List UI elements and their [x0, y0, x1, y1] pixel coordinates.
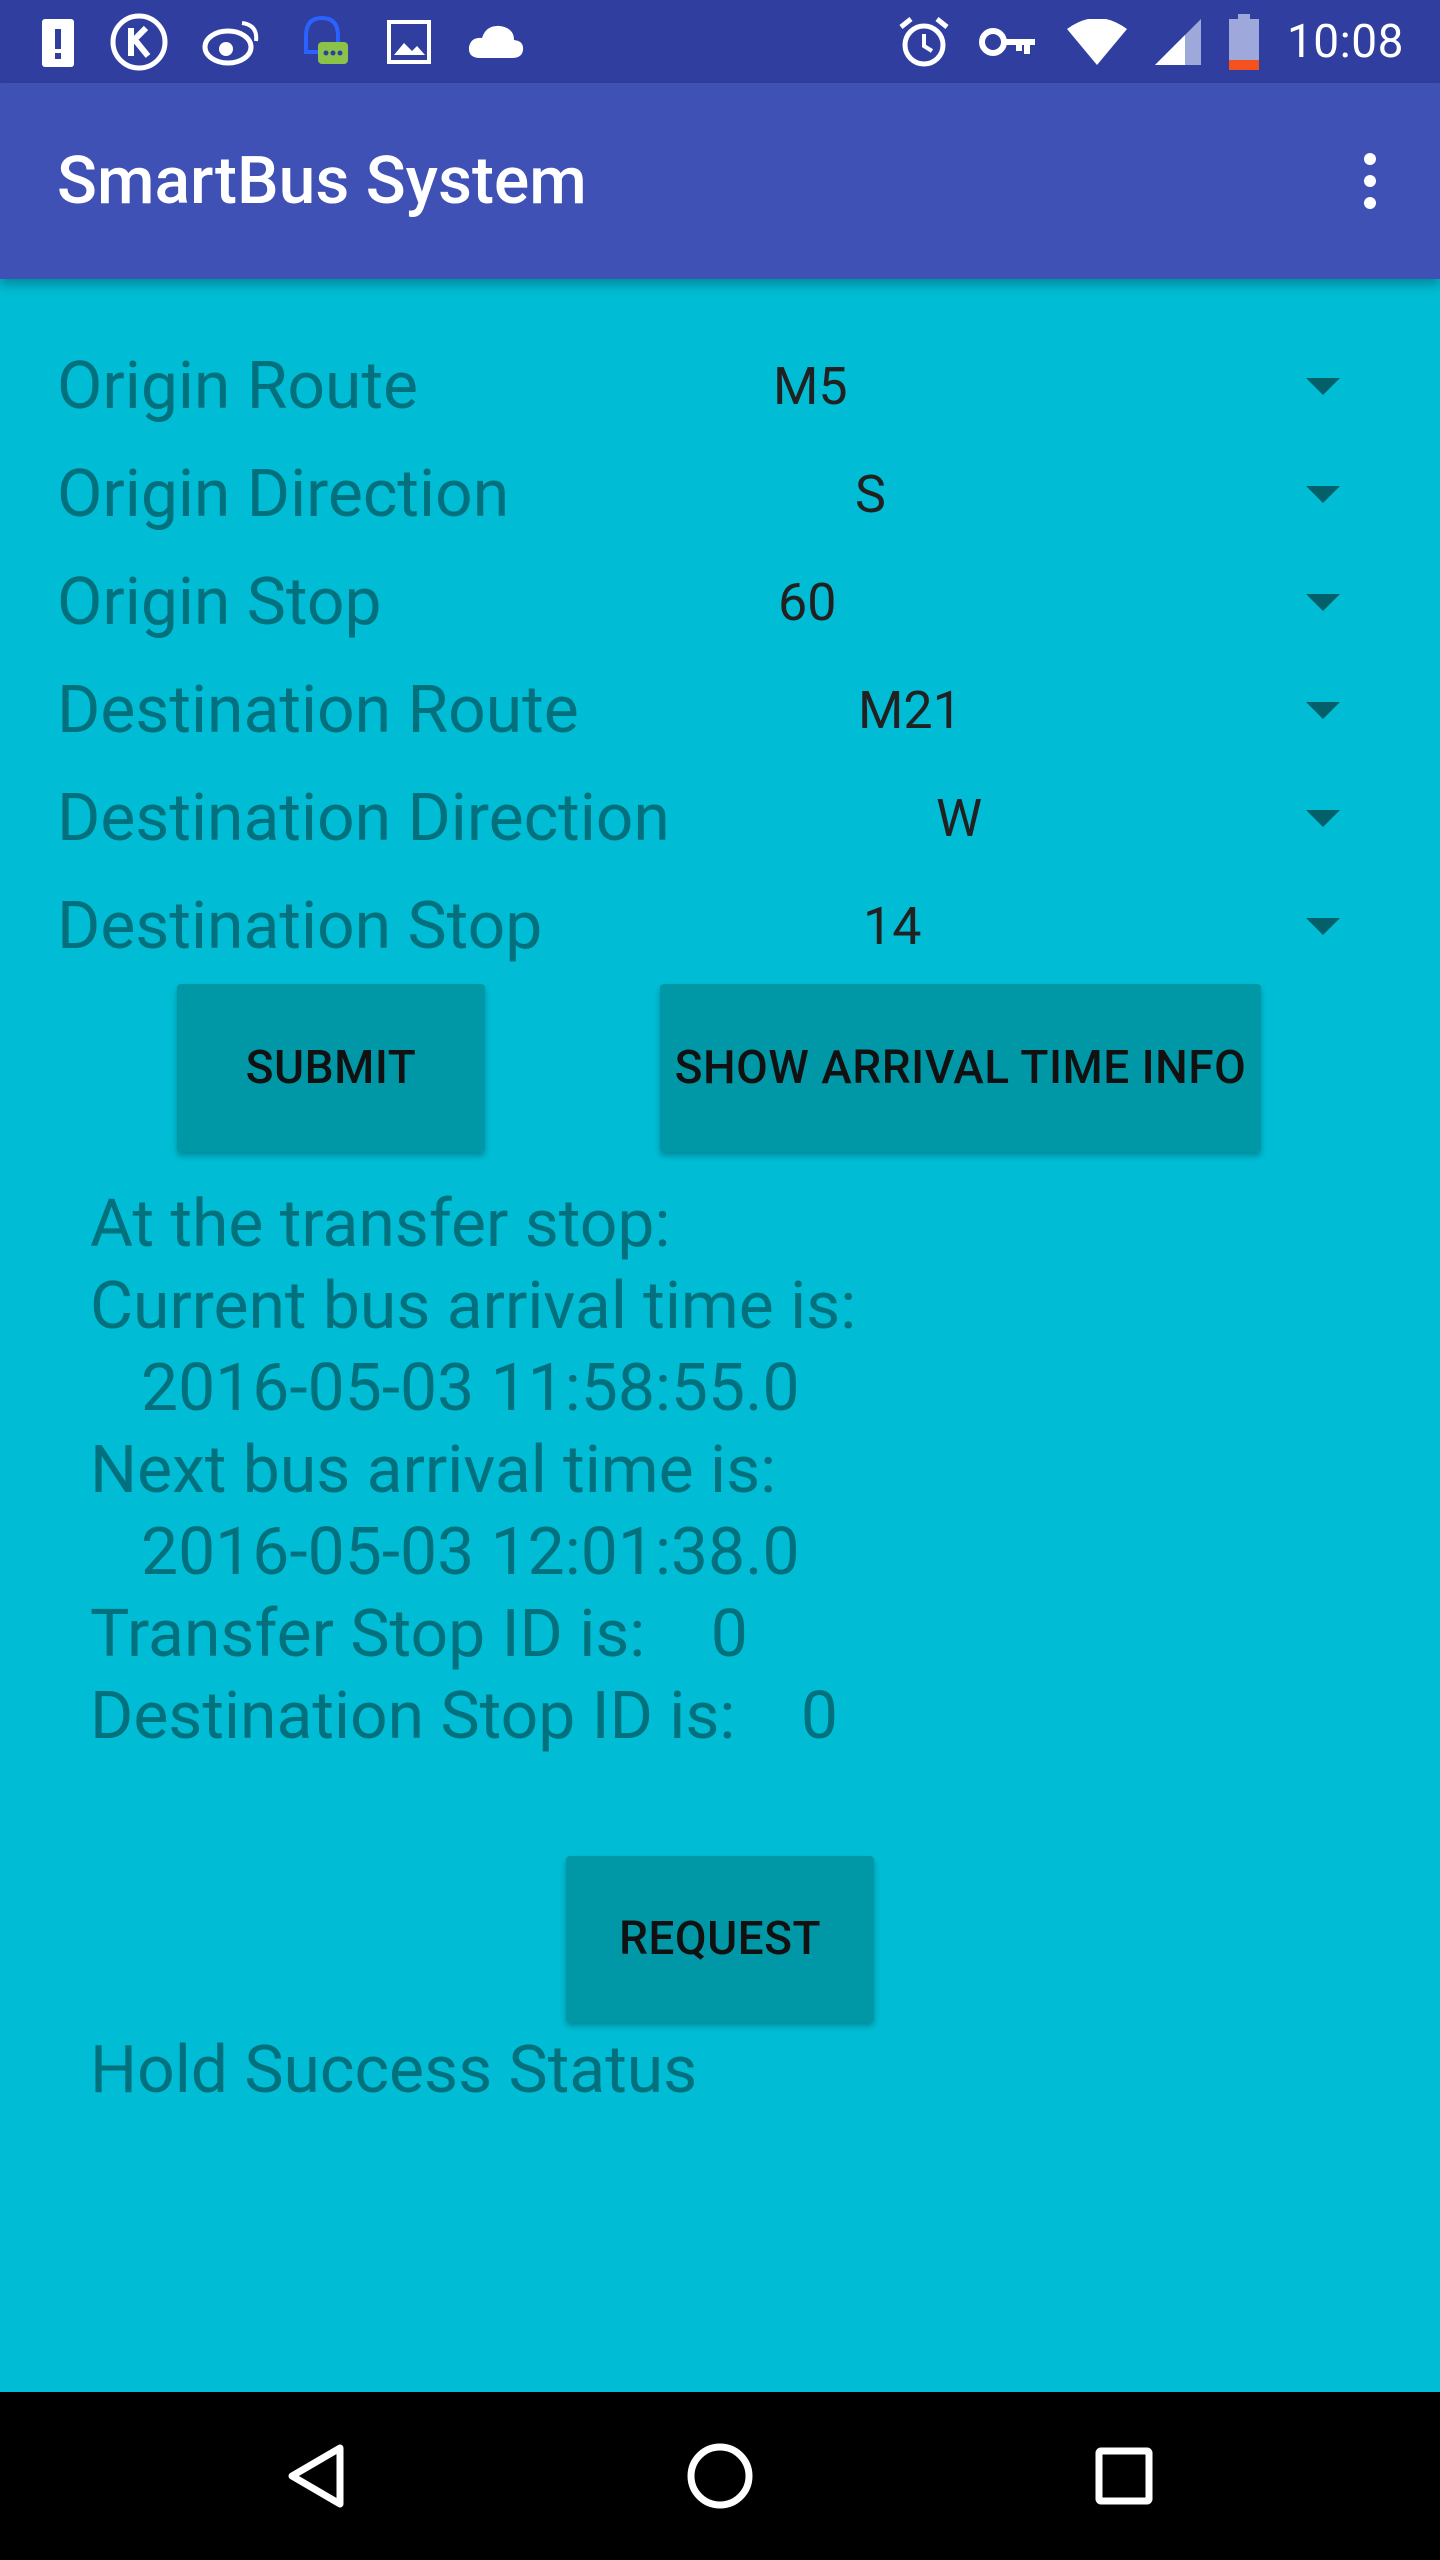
dropdown-arrow-icon	[1306, 702, 1340, 719]
origin-direction-value: S	[855, 463, 886, 525]
dropdown-arrow-icon	[1306, 594, 1340, 611]
signal-icon	[1154, 18, 1201, 65]
next-arrival-time: 2016-05-03 12:01:38.0	[141, 1514, 800, 1591]
origin-stop-spinner[interactable]: 60	[733, 548, 1340, 656]
destination-route-label: Destination Route	[57, 671, 579, 749]
origin-stop-row: Origin Stop 60	[0, 548, 1440, 656]
alert-icon	[40, 15, 76, 69]
vpn-key-icon	[978, 24, 1039, 60]
more-vert-icon[interactable]	[1340, 151, 1400, 211]
destination-stop-id: Destination Stop ID is: 0	[90, 1678, 838, 1755]
destination-route-spinner[interactable]: M21	[812, 656, 1340, 764]
origin-route-row: Origin Route M5	[0, 332, 1440, 440]
destination-route-row: Destination Route M21	[0, 656, 1440, 764]
clock-time: 10:08	[1286, 14, 1404, 69]
dropdown-arrow-icon	[1306, 810, 1340, 827]
destination-stop-value: 14	[863, 895, 922, 957]
wifi-icon	[1066, 18, 1127, 65]
origin-direction-label: Origin Direction	[57, 455, 510, 533]
alarm-icon	[897, 15, 951, 69]
origin-stop-value: 60	[778, 571, 837, 633]
battery-icon	[1228, 13, 1259, 70]
navigation-bar	[0, 2392, 1440, 2560]
image-icon	[386, 19, 432, 65]
destination-direction-spinner[interactable]: W	[890, 764, 1340, 872]
destination-route-value: M21	[858, 679, 962, 741]
weibo-icon	[202, 17, 262, 67]
recents-square-icon[interactable]	[1044, 2392, 1204, 2560]
destination-direction-row: Destination Direction W	[0, 764, 1440, 872]
destination-stop-label: Destination Stop	[57, 887, 543, 965]
app-bar: SmartBus System	[0, 83, 1440, 279]
submit-button[interactable]: SUBMIT	[177, 984, 485, 1152]
status-bar: 10:08	[0, 0, 1440, 83]
dropdown-arrow-icon	[1306, 378, 1340, 395]
origin-direction-spinner[interactable]: S	[810, 440, 1340, 548]
k-app-icon	[110, 13, 168, 71]
hold-success-status: Hold Success Status	[90, 2032, 698, 2109]
current-arrival-label: Current bus arrival time is:	[90, 1268, 857, 1345]
current-arrival-time: 2016-05-03 11:58:55.0	[141, 1350, 800, 1427]
dropdown-arrow-icon	[1306, 486, 1340, 503]
origin-route-value: M5	[773, 355, 848, 417]
transfer-heading: At the transfer stop:	[90, 1186, 671, 1263]
chat-bell-icon	[296, 12, 352, 72]
app-title: SmartBus System	[57, 142, 587, 220]
back-triangle-icon[interactable]	[236, 2392, 396, 2560]
next-arrival-label: Next bus arrival time is:	[90, 1432, 777, 1509]
origin-route-label: Origin Route	[57, 347, 419, 425]
destination-stop-spinner[interactable]: 14	[815, 872, 1340, 980]
origin-route-spinner[interactable]: M5	[725, 332, 1340, 440]
cloud-icon	[466, 22, 526, 62]
request-button[interactable]: REQUEST	[566, 1856, 874, 2022]
home-circle-icon[interactable]	[640, 2392, 800, 2560]
show-arrival-time-info-button[interactable]: SHOW ARRIVAL TIME INFO	[660, 984, 1261, 1152]
destination-stop-row: Destination Stop 14	[0, 872, 1440, 980]
origin-direction-row: Origin Direction S	[0, 440, 1440, 548]
origin-stop-label: Origin Stop	[57, 563, 382, 641]
transfer-stop-id: Transfer Stop ID is: 0	[90, 1596, 748, 1673]
destination-direction-value: W	[936, 787, 983, 849]
destination-direction-label: Destination Direction	[57, 779, 670, 857]
dropdown-arrow-icon	[1306, 918, 1340, 935]
